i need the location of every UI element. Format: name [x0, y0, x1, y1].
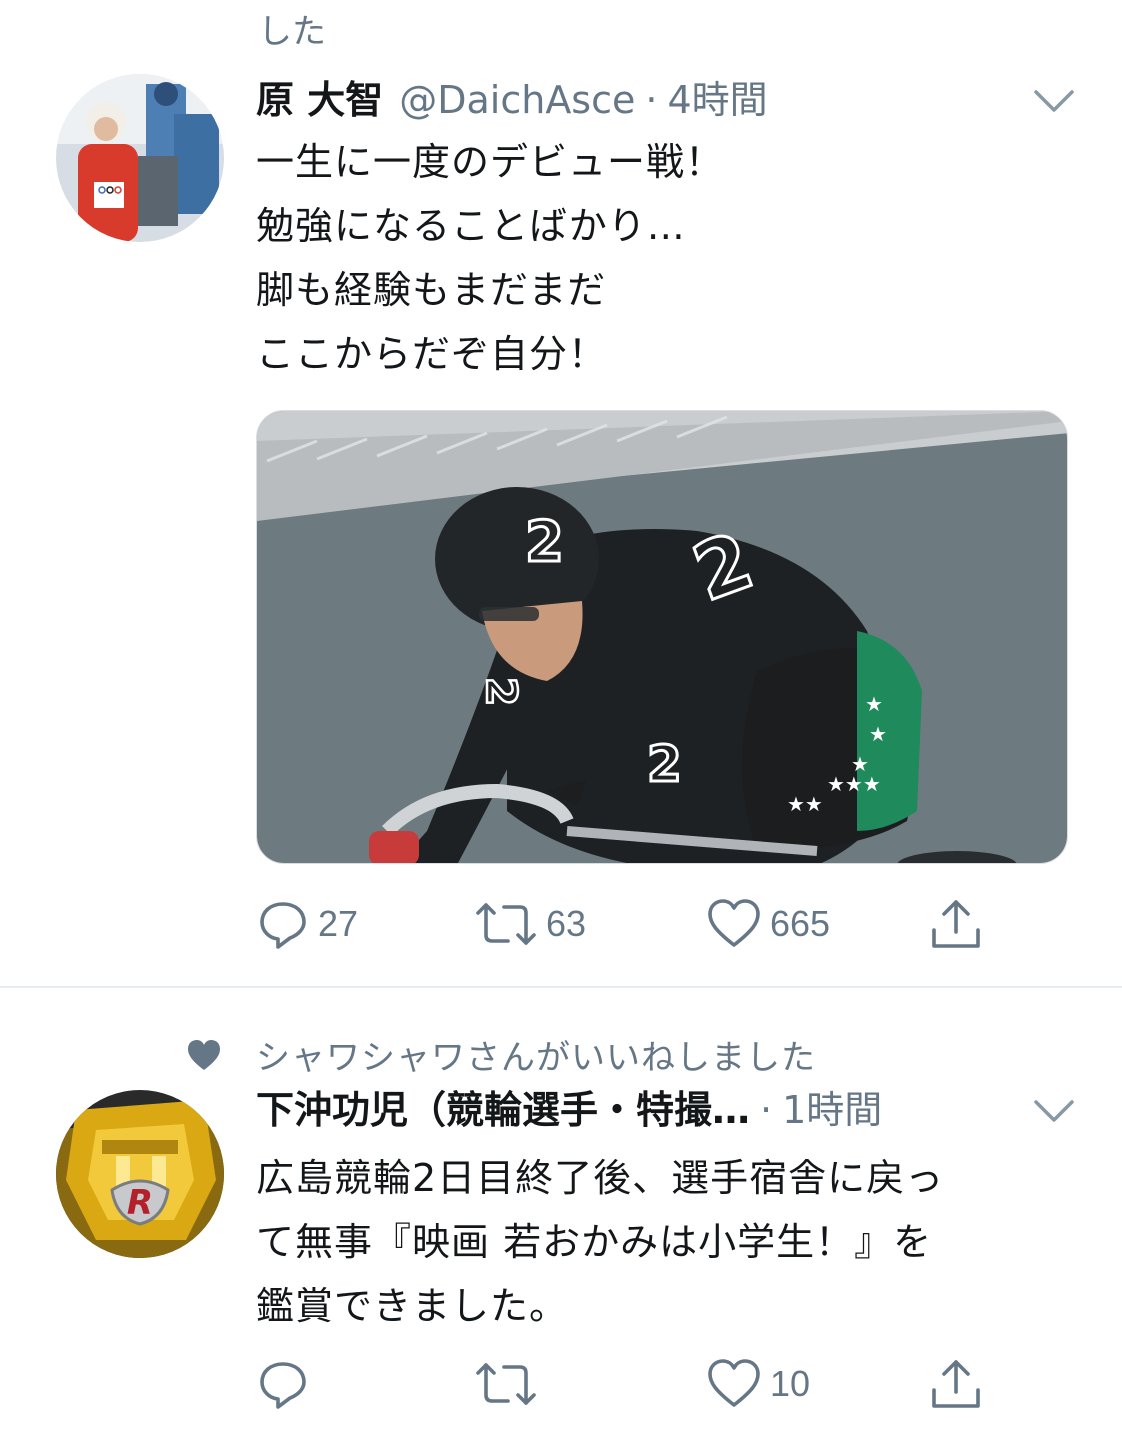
like-button[interactable]: 665 — [706, 894, 830, 954]
tweet-line: て無事『映画 若おかみは小学生！』を — [256, 1220, 933, 1264]
retweet-icon — [476, 1363, 536, 1405]
share-button[interactable] — [928, 1354, 984, 1414]
cyclist-photo: ★ ★ ★ ★★★ ★★ 2 2 2 2 — [257, 411, 1067, 863]
chevron-down-icon[interactable] — [1032, 1096, 1076, 1126]
reply-count: 27 — [318, 903, 359, 944]
share-button[interactable] — [928, 894, 984, 954]
tweet-header: 原 大智 @DaichAsce · 4時間 — [256, 74, 768, 126]
reply-icon — [260, 902, 306, 949]
social-context-text[interactable]: シャワシャワさんがいいねしました — [256, 1030, 816, 1079]
tweet-photo[interactable]: ★ ★ ★ ★★★ ★★ 2 2 2 2 — [256, 410, 1068, 864]
display-name[interactable]: 下沖功児（競輪選手・特撮… — [256, 1084, 750, 1136]
jersey-number: 2 — [647, 735, 682, 793]
tweet-line: 広島競輪2日目終了後、選手宿舎に戻っ — [256, 1156, 945, 1200]
svg-text:★: ★ — [865, 692, 883, 716]
share-icon — [932, 900, 980, 948]
tweet-actions: 27 63 665 — [256, 894, 1016, 954]
retweet-button[interactable] — [474, 1354, 546, 1414]
retweet-icon — [476, 903, 536, 945]
reply-button[interactable]: 27 — [256, 894, 358, 954]
separator: · — [645, 78, 658, 122]
retweet-count: 63 — [546, 903, 587, 944]
tweet[interactable]: 原 大智 @DaichAsce · 4時間 一生に一度のデビュー戦！ 勉強になる… — [0, 60, 1122, 988]
jersey-number: 2 — [525, 510, 564, 575]
tweet-line: 脚も経験もまだまだ — [256, 268, 607, 312]
tweet-actions: 10 — [256, 1354, 1016, 1414]
like-button[interactable]: 10 — [706, 1354, 810, 1414]
tweet-text: 広島競輪2日目終了後、選手宿舎に戻っ て無事『映画 若おかみは小学生！』を 鑑賞… — [256, 1146, 944, 1338]
timestamp[interactable]: 1時間 — [782, 1084, 882, 1136]
timestamp[interactable]: 4時間 — [667, 74, 767, 126]
svg-text:R: R — [127, 1183, 153, 1223]
user-handle[interactable]: @DaichAsce — [399, 74, 635, 126]
social-context: シャワシャワさんがいいねしました — [186, 1030, 816, 1079]
chevron-down-icon[interactable] — [1032, 86, 1076, 116]
heart-icon — [708, 899, 760, 947]
reply-icon — [260, 1362, 306, 1409]
share-icon — [932, 1360, 980, 1408]
display-name[interactable]: 原 大智 — [256, 74, 383, 126]
heart-icon — [708, 1359, 760, 1407]
gold-helmet-avatar[interactable]: R — [56, 1090, 224, 1258]
tweet-divider — [0, 986, 1122, 988]
tweet-line: ここからだぞ自分！ — [256, 332, 608, 376]
like-count: 665 — [770, 903, 831, 944]
like-count: 10 — [770, 1363, 811, 1404]
tweet-line: 勉強になることばかり… — [256, 204, 686, 248]
tweet-text: 一生に一度のデビュー戦！ 勉強になることばかり… 脚も経験もまだまだ ここからだ… — [256, 130, 724, 386]
olympic-skier-avatar[interactable] — [56, 74, 224, 242]
tweet-line: 一生に一度のデビュー戦！ — [256, 140, 725, 184]
reply-button[interactable] — [256, 1354, 318, 1414]
tweet[interactable]: シャワシャワさんがいいねしました R 下沖功児（競輪選手・特撮… · 1時間 広… — [0, 1020, 1122, 1448]
svg-text:★: ★ — [869, 722, 887, 746]
svg-text:★★: ★★ — [787, 792, 823, 816]
tweet-line: 鑑賞できました。 — [256, 1284, 569, 1328]
jersey-number: 2 — [477, 677, 526, 706]
retweet-button[interactable]: 63 — [474, 894, 586, 954]
previous-tweet-context: した — [258, 12, 326, 52]
tweet-header: 下沖功児（競輪選手・特撮… · 1時間 — [256, 1084, 882, 1136]
heart-icon — [188, 1039, 220, 1070]
svg-text:★★★: ★★★ — [827, 772, 881, 796]
separator: · — [760, 1088, 773, 1132]
